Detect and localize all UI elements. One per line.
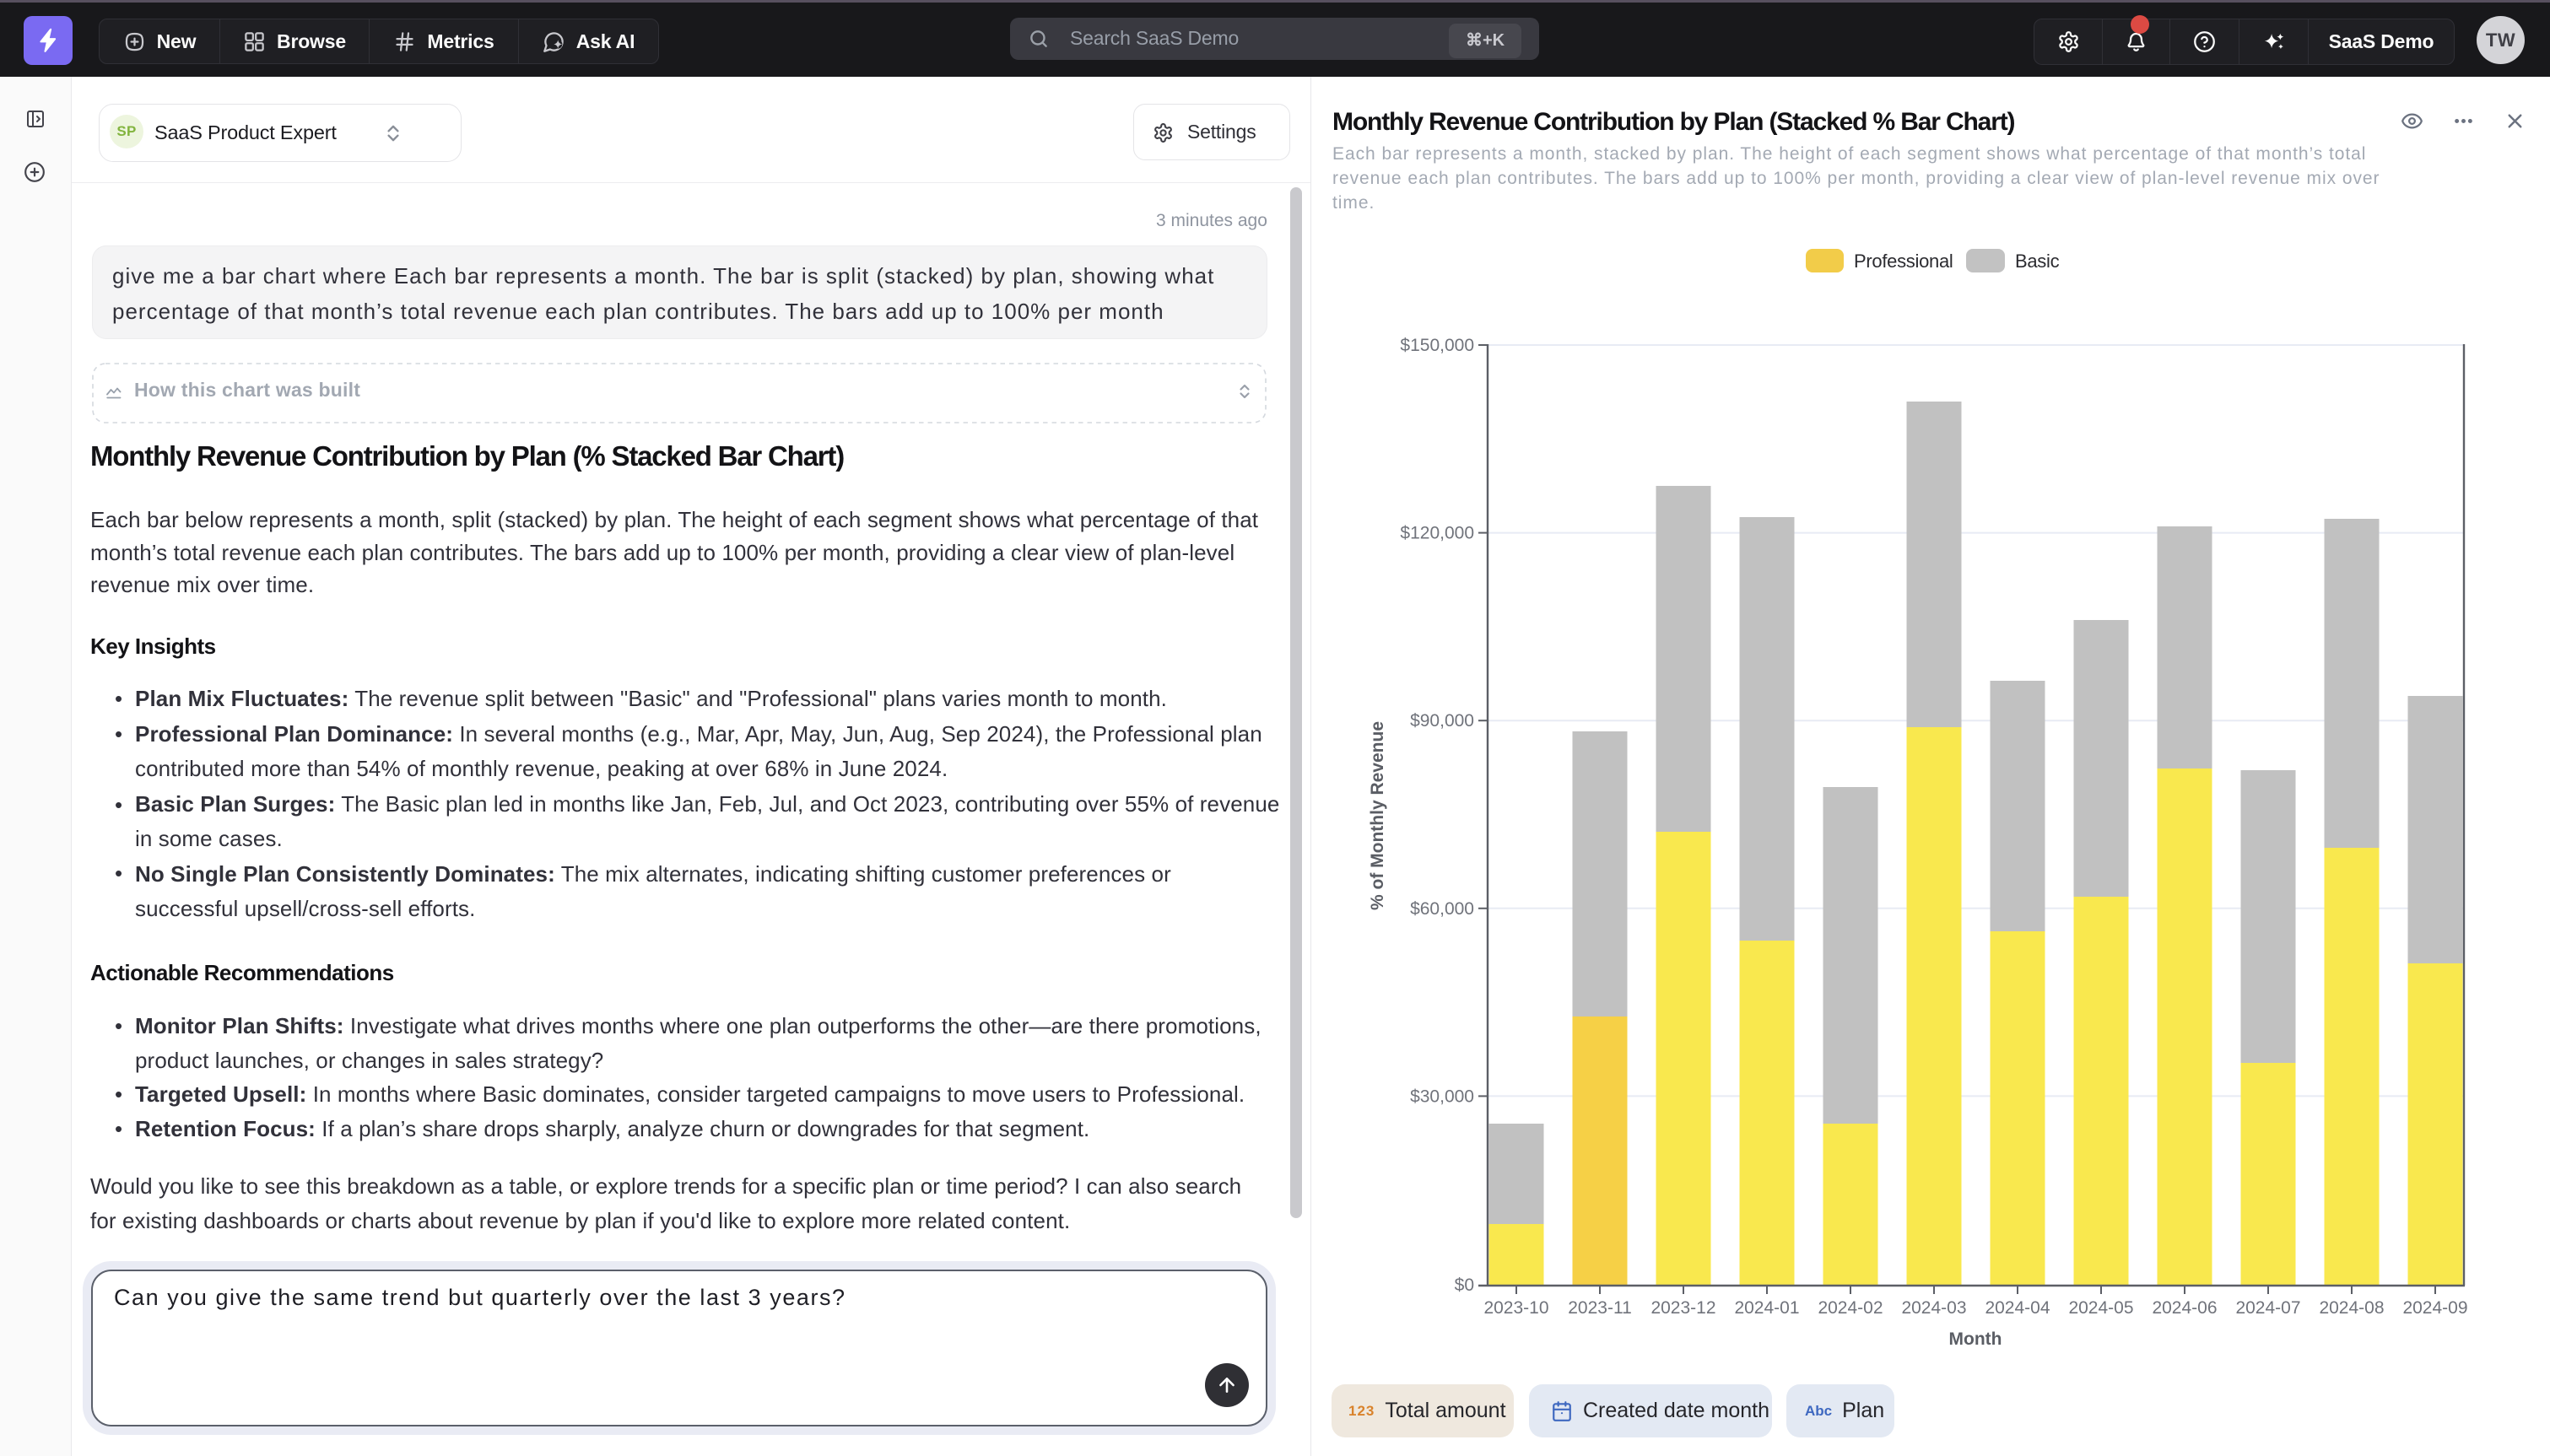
svg-text:$0: $0 xyxy=(1455,1275,1474,1295)
svg-text:$30,000: $30,000 xyxy=(1410,1087,1474,1106)
svg-text:2024-04: 2024-04 xyxy=(1985,1298,2050,1318)
svg-text:2024-03: 2024-03 xyxy=(1901,1298,1966,1318)
svg-text:$120,000: $120,000 xyxy=(1400,524,1474,543)
svg-text:2023-11: 2023-11 xyxy=(1568,1298,1632,1318)
svg-text:2023-10: 2023-10 xyxy=(1483,1298,1548,1318)
svg-text:2024-07: 2024-07 xyxy=(2235,1298,2300,1318)
svg-text:$60,000: $60,000 xyxy=(1410,899,1474,919)
svg-text:2024-09: 2024-09 xyxy=(2402,1298,2467,1318)
svg-text:$90,000: $90,000 xyxy=(1410,711,1474,731)
svg-text:2024-05: 2024-05 xyxy=(2068,1298,2133,1318)
svg-text:2024-01: 2024-01 xyxy=(1734,1298,1799,1318)
svg-text:2024-06: 2024-06 xyxy=(2152,1298,2217,1318)
svg-text:% of Monthly Revenue: % of Monthly Revenue xyxy=(1368,721,1387,910)
svg-text:2024-02: 2024-02 xyxy=(1818,1298,1883,1318)
svg-text:Month: Month xyxy=(1949,1329,2002,1349)
svg-text:$150,000: $150,000 xyxy=(1400,336,1474,355)
svg-text:2023-12: 2023-12 xyxy=(1650,1298,1715,1318)
svg-text:2024-08: 2024-08 xyxy=(2319,1298,2384,1318)
